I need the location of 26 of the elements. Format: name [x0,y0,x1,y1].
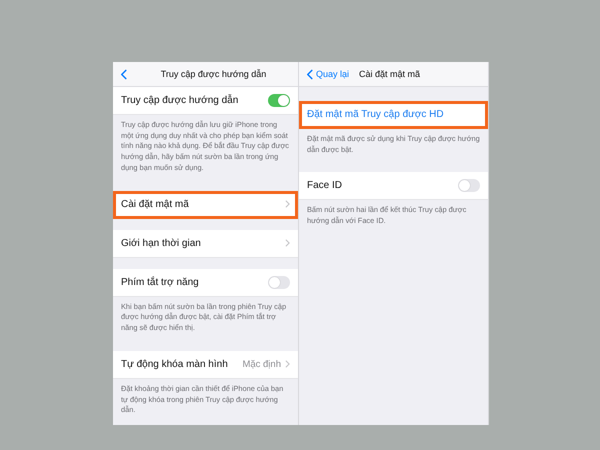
row-label: Đặt mật mã Truy cập được HD [307,109,445,120]
settings-row[interactable]: Đặt mật mã Truy cập được HD [299,101,488,129]
toggle-switch[interactable] [458,179,480,192]
chevron-icon [285,200,290,208]
back-chevron-icon [307,68,313,80]
screen-title: Cài đặt mật mã [359,69,420,79]
toggle-switch[interactable] [268,94,290,107]
settings-row[interactable]: Tự động khóa màn hình Mặc định [113,350,298,379]
row-label: Face ID [307,180,344,192]
back-button[interactable]: Quay lại [307,68,350,80]
settings-row[interactable]: Face ID [299,172,488,200]
row-label: Giới hạn thời gian [121,238,202,249]
settings-row[interactable]: Giới hạn thời gian [113,230,298,258]
row-label: Tự động khóa màn hình [121,358,229,370]
screen-title: Truy cập được hướng dẫn [160,69,268,79]
chevron-icon [285,239,290,248]
settings-row[interactable]: Truy cập được hướng dẫn [113,87,298,115]
settings-row[interactable]: Phím tắt trợ năng [113,268,298,297]
row-value: Mặc định [242,358,281,370]
settings-row[interactable]: Cài đặt mật mã [113,190,298,219]
row-label: Phím tắt trợ năng [121,276,200,288]
row-label: Truy cập được hướng dẫn [121,95,240,106]
back-icon[interactable] [121,68,127,80]
toggle-switch[interactable] [268,276,290,289]
row-label: Cài đặt mật mã [121,198,190,210]
chevron-icon [285,360,290,368]
